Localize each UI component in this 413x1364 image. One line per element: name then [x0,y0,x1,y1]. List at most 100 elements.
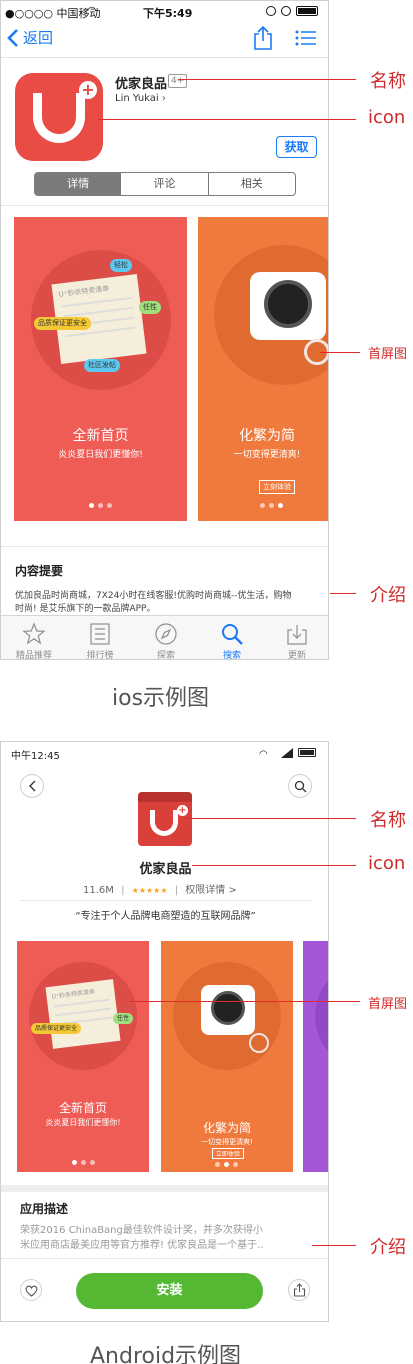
section-divider [1,546,328,547]
share-icon [293,1283,306,1297]
annotation-name-ios: 名称 [370,71,406,92]
chip-willful: 任性 [113,1013,134,1024]
u-logo-shape [150,810,178,836]
chip-easy: 轻松 [110,259,132,272]
ios-status-bar: ●○○○○ 中国移动 ◠ 下午5:49 [1,1,328,21]
annotation-line-screenshot-android [130,1001,360,1002]
android-meta-row: 11.6M | ★★★★★ | 权限详情 > [83,885,237,896]
back-button[interactable]: 返回 [7,27,53,48]
ios-app-icon: + [15,73,103,161]
chip-quality: 品质保证更安全 [31,1023,82,1034]
search-icon [222,624,243,645]
annotation-icon-android: icon [368,853,406,874]
ios-phone-frame: ●○○○○ 中国移动 ◠ 下午5:49 返回 + 优家良品 4+ Lin Yuk… [0,0,329,660]
segment-details[interactable]: 详情 [35,173,122,195]
android-screenshot-2[interactable]: 化繁为简 一切变得更清爽! 立即体验 [161,941,293,1172]
compass-icon [155,623,177,645]
page-dots [213,1159,240,1167]
back-button[interactable] [20,774,44,798]
screenshot-1-title: 全新首页 [72,428,129,444]
tab-featured[interactable]: 精品推荐 [1,618,67,660]
android-slogan: “专注于个人品牌电商塑造的互联网品牌” [75,911,256,922]
chevron-left-icon [7,28,18,47]
screenshot-1-title: 全新首页 [58,1101,107,1115]
chip-community: 社区发帖 [84,359,120,372]
alarm-icon [281,6,291,16]
android-caption: Android示例图 [90,1344,242,1364]
camera-lens [264,280,312,328]
ios-desc-line-1: 优加良品时尚商城，7X24小时在线客服!优购时尚商城--优生活，购物 [15,591,292,601]
tab-search[interactable]: 搜索 [199,618,265,659]
earphone-icon [249,1033,269,1053]
plus-badge-icon: + [79,81,97,99]
star-icon [22,622,46,645]
ios-caption: ios示例图 [112,686,210,711]
page-dots [14,500,187,508]
search-button[interactable] [288,774,312,798]
annotation-screenshot-android: 首屏图 [368,997,408,1012]
android-screenshot-1[interactable]: U⁺秒杀特卖清单 任性 品质保证更安全 全新首页 炎炎夏日我们更懂你! [17,941,149,1172]
tab-label: 精品推荐 [15,651,52,660]
permissions-link[interactable]: 权限详情 > [185,885,237,896]
shopping-list-paper: U⁺秒杀特卖清单 [45,979,121,1049]
screenshot-1-subtitle: 炎炎夏日我们更懂你! [58,450,143,460]
ios-desc-line-2: 时尚! 是艾乐旗下的一款品牌APP。 [15,604,156,614]
android-app-icon: + [138,792,192,846]
list-menu-icon[interactable] [295,30,317,46]
camera-lens [211,991,245,1025]
tab-updates[interactable]: 更新 [264,618,328,660]
developer-name: Lin Yukai [115,93,159,104]
rating-stars: ★★★★★ [131,886,168,895]
bottom-divider [1,1258,328,1259]
annotation-line-intro-android [312,1245,356,1246]
annotation-screenshot-ios: 首屏图 [368,347,408,362]
segmented-control: 详情 评论 相关 [34,172,296,196]
annotation-line-screenshot-ios [320,352,360,353]
tab-label: 更新 [287,651,306,660]
android-desc-line-1: 荣获2016 ChinaBang最佳软件设计奖，并多次获得小 [20,1225,263,1236]
u-logo-shape [33,93,85,143]
share-icon[interactable] [253,25,273,51]
tab-label: 排行榜 [86,651,114,660]
screenshot-2-title: 化繁为简 [239,428,295,444]
android-screenshot-3[interactable] [303,941,328,1172]
annotation-line-name-android [184,818,356,819]
favorite-button[interactable] [20,1279,42,1301]
developer-link[interactable]: Lin Yukai › [115,93,166,104]
segment-reviews[interactable]: 评论 [121,173,209,195]
annotation-name-android: 名称 [370,810,406,831]
android-desc-heading: 应用描述 [20,1202,69,1216]
tab-explore[interactable]: 探索 [133,618,199,659]
ios-screenshot-2[interactable]: 化繁为简 一切变得更清爽! 立刻体验 [198,217,328,521]
screenshot-2-subtitle: 一切变得更清爽! [233,450,301,460]
ios-nav-bar: 返回 [1,21,328,57]
android-clock: 中午12:45 [11,751,60,762]
android-desc-line-2: 米应用商店最美应用等官方推荐! 优家良品是一个基于.. [20,1240,264,1251]
annotation-line-icon-android [192,865,356,866]
ios-screenshot-1[interactable]: U⁺秒杀特卖清单 轻松 任性 品质保证更安全 社区发帖 全新首页 炎炎夏日我们更… [14,217,187,521]
plus-badge-icon: + [177,805,188,816]
share-button[interactable] [288,1279,310,1301]
tab-charts[interactable]: 排行榜 [67,618,133,660]
screenshot-1-subtitle: 炎炎夏日我们更懂你! [45,1118,121,1127]
install-button[interactable]: 安装 [76,1273,263,1309]
segment-related[interactable]: 相关 [209,173,295,195]
ios-app-name: 优家良品 [115,77,168,92]
annotation-line-name-ios [178,79,356,80]
signal-icon [281,748,293,758]
clock-label: 下午5:49 [143,7,193,20]
try-now-button: 立刻体验 [259,480,295,494]
heart-icon [25,1285,38,1297]
back-label: 返回 [23,29,54,47]
annotation-intro-ios: 介绍 [370,585,406,606]
meta-divider [20,900,312,901]
screenshot-2-subtitle: 一切变得更清爽! [201,1138,253,1146]
get-button[interactable]: 获取 [276,136,317,158]
page-dots [258,500,285,508]
annotation-line-intro-ios [330,593,356,594]
annotation-intro-android: 介绍 [370,1237,406,1258]
wifi-icon: ◠ [259,749,268,760]
android-app-name: 优家良品 [139,862,192,877]
chevron-left-icon [29,780,36,792]
page-dots [17,1157,149,1165]
